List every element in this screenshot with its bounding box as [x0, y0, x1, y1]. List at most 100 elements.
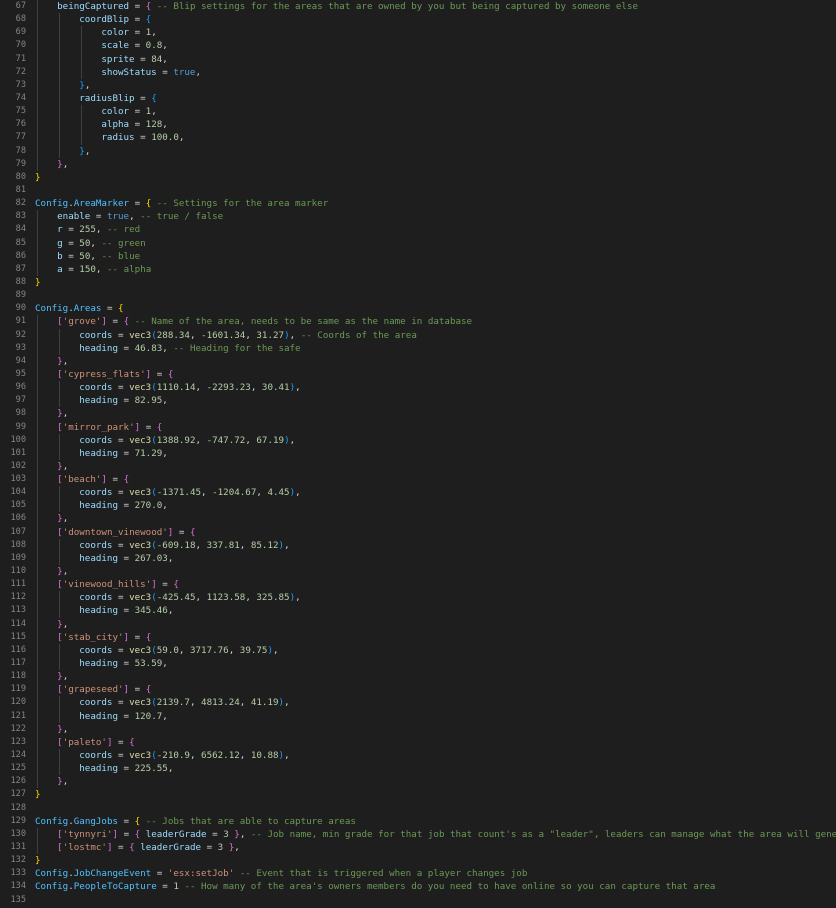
line-number: 116 [10, 644, 26, 655]
code-line[interactable]: 134 Config.PeopleToCapture = 1 -- How man… [0, 880, 836, 893]
code-line[interactable]: 97 heading = 82.95, [0, 394, 836, 408]
code-line[interactable]: 135 [0, 894, 836, 907]
line-number: 124 [10, 750, 26, 761]
code-line[interactable]: 68 coordBlip = { [0, 13, 836, 27]
code-line[interactable]: 119 ['grapeseed'] = { [0, 683, 836, 697]
code-line[interactable]: 130 ['tynnyri'] = { leaderGrade = 3 }, -… [0, 827, 836, 841]
code-editor[interactable]: 67 beingCaptured = { -- Blip settings fo… [0, 0, 836, 908]
code-line[interactable]: 70 scale = 0.8, [0, 39, 836, 53]
line-number: 135 [10, 894, 26, 905]
code-text: ['lostmc'] = { leaderGrade = 3 }, [35, 841, 240, 854]
code-line[interactable]: 107 ['downtown_vinewood'] = { [0, 525, 836, 539]
code-line[interactable]: 102 }, [0, 459, 836, 474]
code-line[interactable]: 104 coords = vec3(-1371.45, -1204.67, 4.… [0, 486, 836, 500]
token-txt: = [90, 211, 107, 223]
code-line[interactable]: 124 coords = vec3(-210.9, 6562.12, 10.88… [0, 749, 836, 763]
code-line[interactable]: 100 coords = vec3(1388.92, -747.72, 67.1… [0, 433, 836, 447]
code-line[interactable]: 103 ['beach'] = { [0, 473, 836, 487]
code-text: g = 50, -- green [35, 237, 146, 250]
code-line[interactable]: 99 ['mirror_park'] = { [0, 420, 836, 434]
code-line[interactable]: 81 [0, 184, 836, 197]
code-line[interactable]: 132} [0, 854, 836, 867]
code-line[interactable]: 108 coords = vec3(-609.18, 337.81, 85.12… [0, 538, 836, 552]
token-txt: , [162, 342, 174, 354]
code-line[interactable]: 87 a = 150, -- alpha [0, 262, 836, 276]
code-line[interactable]: 90 Config.Areas = { [0, 302, 836, 315]
code-line[interactable]: 69 color = 1, [0, 26, 836, 40]
code-line[interactable]: 83 enable = true, -- true / false [0, 210, 836, 224]
code-line[interactable]: 126 }, [0, 775, 836, 789]
code-line[interactable]: 82 Config.AreaMarker = { -- Settings for … [0, 197, 836, 210]
code-line[interactable]: 111 ['vinewood_hills'] = { [0, 578, 836, 592]
code-line[interactable]: 123 ['paleto'] = { [0, 735, 836, 750]
code-line[interactable]: 116 coords = vec3(59.0, 3717.76, 39.75), [0, 643, 836, 658]
code-line[interactable]: 106 }, [0, 512, 836, 526]
code-line[interactable]: 80} [0, 171, 836, 184]
token-txt: , [95, 224, 107, 236]
code-text: heading = 267.03, [35, 552, 173, 565]
code-line[interactable]: 101 heading = 71.29, [0, 446, 836, 460]
code-line[interactable]: 114 }, [0, 617, 836, 631]
code-line[interactable]: 129 Config.GangJobs = { -- Jobs that are … [0, 815, 836, 828]
code-line[interactable]: 72 showStatus = true, [0, 65, 836, 79]
code-line[interactable]: 78 }, [0, 144, 836, 158]
token-txt: = [112, 750, 130, 762]
code-line[interactable]: 105 heading = 270.0, [0, 499, 836, 513]
token-com: -- Job name, min grade for that job that… [250, 828, 836, 840]
code-line[interactable]: 77 radius = 100.0, [0, 131, 836, 145]
code-line[interactable]: 120 coords = vec3(2139.7, 4813.24, 41.19… [0, 696, 836, 710]
code-line[interactable]: 84 r = 255, -- red [0, 223, 836, 237]
code-text: ['grove'] = { -- Name of the area, needs… [35, 315, 472, 328]
token-num: 84 [151, 53, 163, 65]
code-line[interactable]: 117 heading = 53.59, [0, 657, 836, 671]
code-line[interactable]: 118 }, [0, 670, 836, 684]
code-line[interactable]: 88} [0, 276, 836, 289]
code-line[interactable]: 67 beingCaptured = { -- Blip settings fo… [0, 0, 836, 14]
code-line[interactable]: 98 }, [0, 407, 836, 421]
code-line[interactable]: 125 heading = 225.55, [0, 762, 836, 776]
code-line[interactable]: 113 heading = 345.46, [0, 604, 836, 618]
token-p1: } [35, 855, 41, 867]
code-line[interactable]: 91 ['grove'] = { -- Name of the area, ne… [0, 315, 836, 329]
code-line[interactable]: 112 coords = vec3(-425.45, 1123.58, 325.… [0, 591, 836, 605]
code-line[interactable]: 96 coords = vec3(1110.14, -2293.23, 30.4… [0, 381, 836, 395]
code-line[interactable]: 85 g = 50, -- green [0, 236, 836, 250]
code-line[interactable]: 109 heading = 267.03, [0, 551, 836, 566]
token-str: 'vinewood_hills' [62, 579, 152, 591]
token-txt: , [245, 592, 257, 604]
token-fn: vec3 [129, 644, 152, 656]
code-line[interactable]: 93 heading = 46.83, -- Heading for the s… [0, 341, 836, 355]
code-text: }, [35, 145, 90, 158]
code-text: coords = vec3(-609.18, 337.81, 85.12), [35, 539, 289, 552]
code-line[interactable]: 89 [0, 289, 836, 302]
code-line[interactable]: 92 coords = vec3(288.34, -1601.34, 31.27… [0, 328, 836, 342]
token-kw: AreaMarker [73, 198, 130, 210]
code-line[interactable]: 73 }, [0, 78, 836, 92]
code-line[interactable]: 115 ['stab_city'] = { [0, 630, 836, 644]
token-txt: , [189, 750, 202, 762]
code-line[interactable]: 127} [0, 788, 836, 801]
code-line[interactable]: 76 alpha = 128, [0, 118, 836, 132]
line-number: 71 [15, 53, 26, 64]
code-line[interactable]: 110 }, [0, 565, 836, 579]
code-line[interactable]: 71 sprite = 84, [0, 52, 836, 66]
code-line[interactable]: 121 heading = 120.7, [0, 709, 836, 723]
token-txt: = [134, 92, 152, 104]
code-line[interactable]: 133 Config.JobChangeEvent = 'esx:setJob' … [0, 867, 836, 880]
code-line[interactable]: 122 }, [0, 722, 836, 736]
token-var: sprite [101, 53, 135, 65]
code-line[interactable]: 94 }, [0, 354, 836, 368]
code-line[interactable]: 128 [0, 802, 836, 815]
code-text: ['stab_city'] = { [35, 631, 151, 644]
code-line[interactable]: 74 radiusBlip = { [0, 91, 836, 106]
token-txt: , [162, 500, 168, 512]
token-txt: , [245, 434, 257, 446]
code-line[interactable]: 79 }, [0, 157, 836, 171]
code-line[interactable]: 131 ['lostmc'] = { leaderGrade = 3 }, [0, 841, 836, 855]
code-line[interactable]: 95 ['cypress_flats'] = { [0, 367, 836, 382]
code-line[interactable]: 86 b = 50, -- blue [0, 249, 836, 263]
code-line[interactable]: 75 color = 1, [0, 105, 836, 119]
